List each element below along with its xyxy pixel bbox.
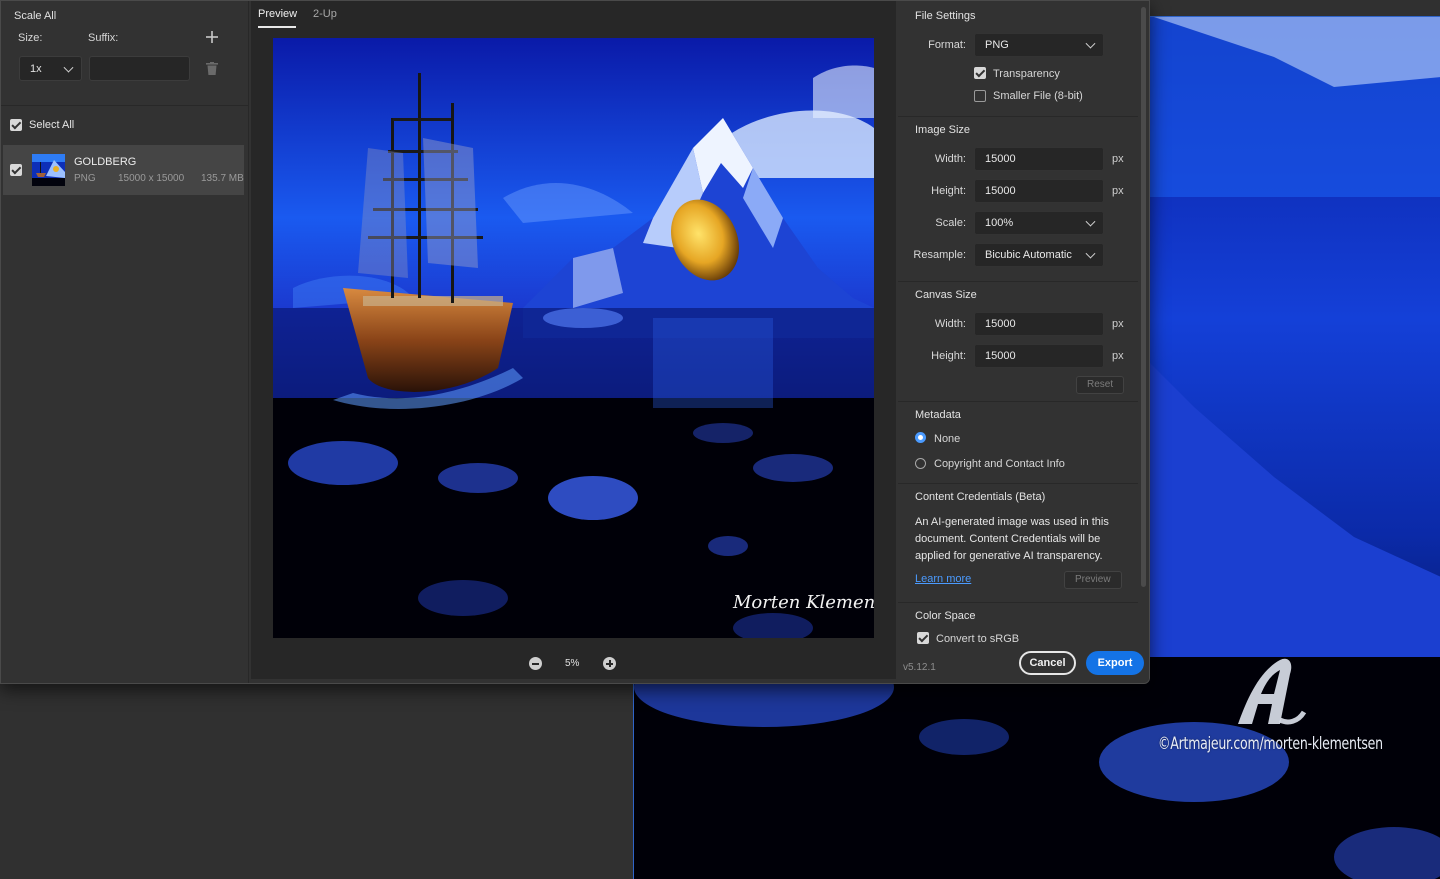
canvas-width-unit: px [1112,318,1124,330]
image-scale-value: 100% [985,217,1014,229]
transparency-checkbox[interactable] [974,67,986,79]
export-as-dialog: Scale All Size: Suffix: 1x Select All GO… [0,0,1150,684]
image-width-unit: px [1112,153,1124,165]
file-settings-title: File Settings [915,10,976,22]
metadata-copyright-label: Copyright and Contact Info [934,458,1065,470]
canvas-height-input[interactable]: 15000 [974,344,1104,368]
suffix-label: Suffix: [88,32,119,44]
version-label: v5.12.1 [903,662,936,673]
content-credentials-title: Content Credentials (Beta) [915,491,1046,503]
tab-preview[interactable]: Preview [258,8,297,20]
asset-row[interactable]: GOLDBERG PNG 15000 x 15000 135.7 MB [3,145,244,195]
scale-all-title: Scale All [14,10,57,22]
image-width-value: 15000 [985,153,1016,165]
image-height-unit: px [1112,185,1124,197]
image-height-value: 15000 [985,185,1016,197]
select-all-label: Select All [29,119,75,131]
color-space-title: Color Space [915,610,976,622]
select-all-checkbox[interactable] [10,119,22,131]
canvas-width-input[interactable]: 15000 [974,312,1104,336]
smaller-file-label: Smaller File (8-bit) [993,90,1083,102]
add-scale-icon[interactable] [206,31,218,43]
image-size-title: Image Size [915,124,971,136]
content-credentials-text-line1: An AI-generated image was used in this [915,516,1109,528]
suffix-input[interactable] [89,56,190,81]
asset-format: PNG [74,173,96,184]
metadata-title: Metadata [915,409,961,421]
resample-label: Resample: [913,249,966,261]
image-height-label: Height: [931,185,966,197]
zoom-level: 5% [565,658,580,669]
canvas-height-value: 15000 [985,350,1016,362]
asset-thumbnail [32,154,65,186]
convert-srgb-checkbox[interactable] [917,632,929,644]
transparency-label: Transparency [993,68,1060,80]
scale-label: Scale: [935,217,966,229]
size-label: Size: [18,32,43,44]
cancel-button[interactable]: Cancel [1019,651,1076,675]
image-width-label: Width: [934,153,966,165]
zoom-controls: 5% [251,653,896,675]
asset-dimensions: 15000 x 15000 [118,173,185,184]
canvas-height-unit: px [1112,350,1124,362]
image-width-input[interactable]: 15000 [974,147,1104,171]
metadata-none-label: None [934,433,961,445]
assets-panel: Scale All Size: Suffix: 1x Select All GO… [1,1,249,683]
watermark-text: ©Artmajeur.com/morten-klementsen [1158,734,1383,754]
zoom-in-icon[interactable] [603,657,616,670]
trash-icon[interactable] [206,62,218,75]
scale-select-value: 1x [30,62,42,75]
artmajeur-logo-watermark [1238,658,1307,725]
smaller-file-checkbox[interactable] [974,90,986,102]
artist-signature: Morten Klementsen [732,592,874,613]
format-label: Format: [928,39,966,51]
preview-image: Morten Klementsen [273,38,874,638]
canvas-width-label: Width: [934,318,966,330]
image-height-input[interactable]: 15000 [974,179,1104,203]
content-credentials-text-line2: document. Content Credentials will be [915,533,1101,545]
canvas-height-label: Height: [931,350,966,362]
chevron-down-icon [1085,248,1096,259]
tab-2-up[interactable]: 2-Up [313,8,337,20]
credentials-preview-button[interactable]: Preview [1064,571,1122,589]
resample-value: Bicubic Automatic [985,249,1072,261]
scale-select[interactable]: 1x [19,56,82,81]
resample-select[interactable]: Bicubic Automatic [974,243,1104,267]
content-credentials-text-line3: applied for generative AI transparency. [915,550,1103,562]
settings-panel: File Settings Format: PNG Transparency S… [898,1,1149,683]
zoom-out-icon[interactable] [529,657,542,670]
canvas-width-value: 15000 [985,318,1016,330]
learn-more-link[interactable]: Learn more [915,573,971,585]
chevron-down-icon [63,62,74,73]
active-tab-indicator [258,26,296,28]
format-select-value: PNG [985,39,1009,51]
settings-scrollbar[interactable] [1141,7,1146,587]
convert-srgb-label: Convert to sRGB [936,633,1020,645]
artwork-preview: Morten Klementsen [273,38,874,638]
preview-area: Preview 2-Up Morten Kleme 5% [251,1,896,679]
reset-button[interactable]: Reset [1076,376,1125,394]
asset-filesize: 135.7 MB [201,173,244,184]
asset-name: GOLDBERG [74,156,137,168]
chevron-down-icon [1085,216,1096,227]
chevron-down-icon [1085,38,1096,49]
image-scale-select[interactable]: 100% [974,211,1104,235]
format-select[interactable]: PNG [974,33,1104,57]
metadata-none-radio[interactable] [915,432,926,443]
canvas-size-title: Canvas Size [915,289,977,301]
export-button[interactable]: Export [1086,651,1144,675]
asset-checkbox[interactable] [10,164,22,176]
metadata-copyright-radio[interactable] [915,458,926,469]
